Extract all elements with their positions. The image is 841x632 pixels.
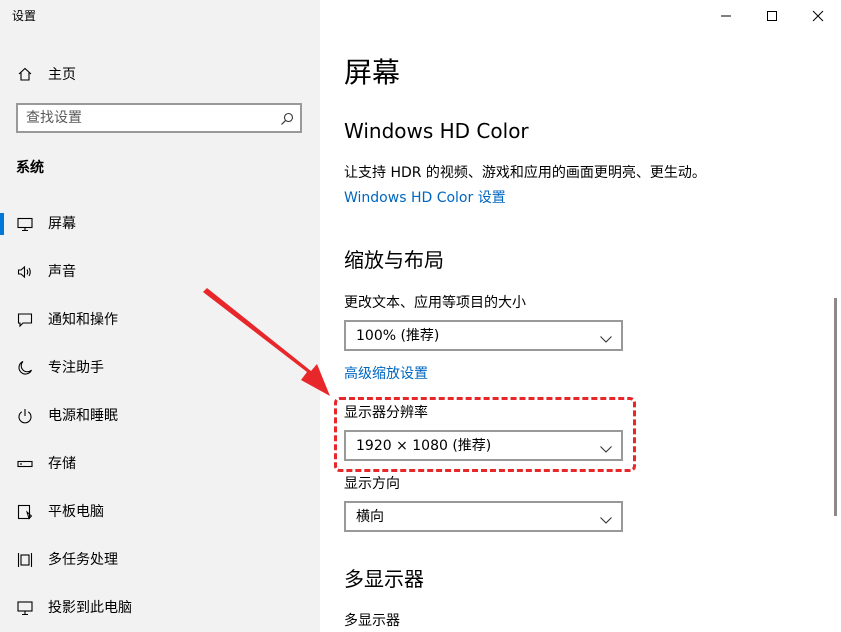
sidebar-item-label: 电源和睡眠: [48, 408, 118, 424]
page-title: 屏幕: [344, 56, 401, 89]
multi-display-section-title: 多显示器: [344, 567, 424, 591]
main-content: 屏幕 Windows HD Color 让支持 HDR 的视频、游戏和应用的画面…: [320, 0, 841, 632]
sidebar-item-power[interactable]: 电源和睡眠: [0, 396, 320, 436]
sidebar-item-storage[interactable]: 存储: [0, 444, 320, 484]
scale-size-label: 更改文本、应用等项目的大小: [344, 295, 526, 311]
speaker-icon: [16, 263, 34, 281]
selection-indicator: [0, 213, 4, 235]
project-icon: [16, 599, 34, 617]
advanced-scaling-link[interactable]: 高级缩放设置: [344, 365, 428, 383]
hdr-section-title: Windows HD Color: [344, 119, 529, 143]
tablet-icon: [16, 503, 34, 521]
home-label: 主页: [48, 67, 76, 83]
annotation-highlight-box: [334, 397, 636, 472]
sidebar-item-label: 通知和操作: [48, 312, 118, 328]
sidebar-item-label: 声音: [48, 264, 76, 280]
home-icon: [16, 65, 34, 83]
sidebar-item-label: 专注助手: [48, 360, 104, 376]
search-box[interactable]: [16, 103, 302, 133]
sidebar-item-display[interactable]: 屏幕: [0, 204, 320, 244]
power-icon: [16, 407, 34, 425]
sidebar-item-label: 存储: [48, 456, 76, 472]
chevron-down-icon: [599, 330, 613, 343]
home-button[interactable]: 主页: [16, 63, 76, 85]
dropdown-value: 100% (推荐): [356, 328, 440, 344]
orientation-dropdown[interactable]: 横向: [344, 501, 623, 532]
scrollbar[interactable]: [834, 298, 837, 516]
sidebar-item-sound[interactable]: 声音: [0, 252, 320, 292]
notification-icon: [16, 311, 34, 329]
close-icon: [812, 7, 824, 26]
sidebar-item-label: 屏幕: [48, 216, 76, 232]
moon-icon: [16, 359, 34, 377]
sidebar-item-project[interactable]: 投影到此电脑: [0, 588, 320, 628]
search-icon[interactable]: [280, 111, 294, 125]
scale-section-title: 缩放与布局: [344, 248, 444, 272]
minimize-button[interactable]: [703, 0, 749, 32]
dropdown-value: 横向: [356, 509, 384, 525]
window-title: 设置: [12, 9, 37, 23]
sidebar-item-tablet[interactable]: 平板电脑: [0, 492, 320, 532]
section-title: 系统: [16, 160, 44, 176]
scale-size-dropdown[interactable]: 100% (推荐): [344, 320, 623, 351]
close-button[interactable]: [795, 0, 841, 32]
monitor-icon: [16, 215, 34, 233]
orientation-label: 显示方向: [344, 476, 400, 492]
annotation-arrow: [203, 288, 330, 396]
maximize-icon: [766, 7, 778, 26]
multi-display-label: 多显示器: [344, 613, 400, 629]
multitask-icon: [16, 551, 34, 569]
hdr-settings-link[interactable]: Windows HD Color 设置: [344, 189, 506, 207]
hdr-description: 让支持 HDR 的视频、游戏和应用的画面更明亮、更生动。: [344, 165, 706, 181]
sidebar-item-label: 平板电脑: [48, 504, 104, 520]
sidebar-item-label: 多任务处理: [48, 552, 118, 568]
maximize-button[interactable]: [749, 0, 795, 32]
minimize-icon: [720, 7, 732, 26]
sidebar-item-label: 投影到此电脑: [48, 600, 132, 616]
chevron-down-icon: [599, 511, 613, 524]
storage-icon: [16, 455, 34, 473]
search-input[interactable]: [26, 109, 266, 127]
sidebar-item-multitasking[interactable]: 多任务处理: [0, 540, 320, 580]
